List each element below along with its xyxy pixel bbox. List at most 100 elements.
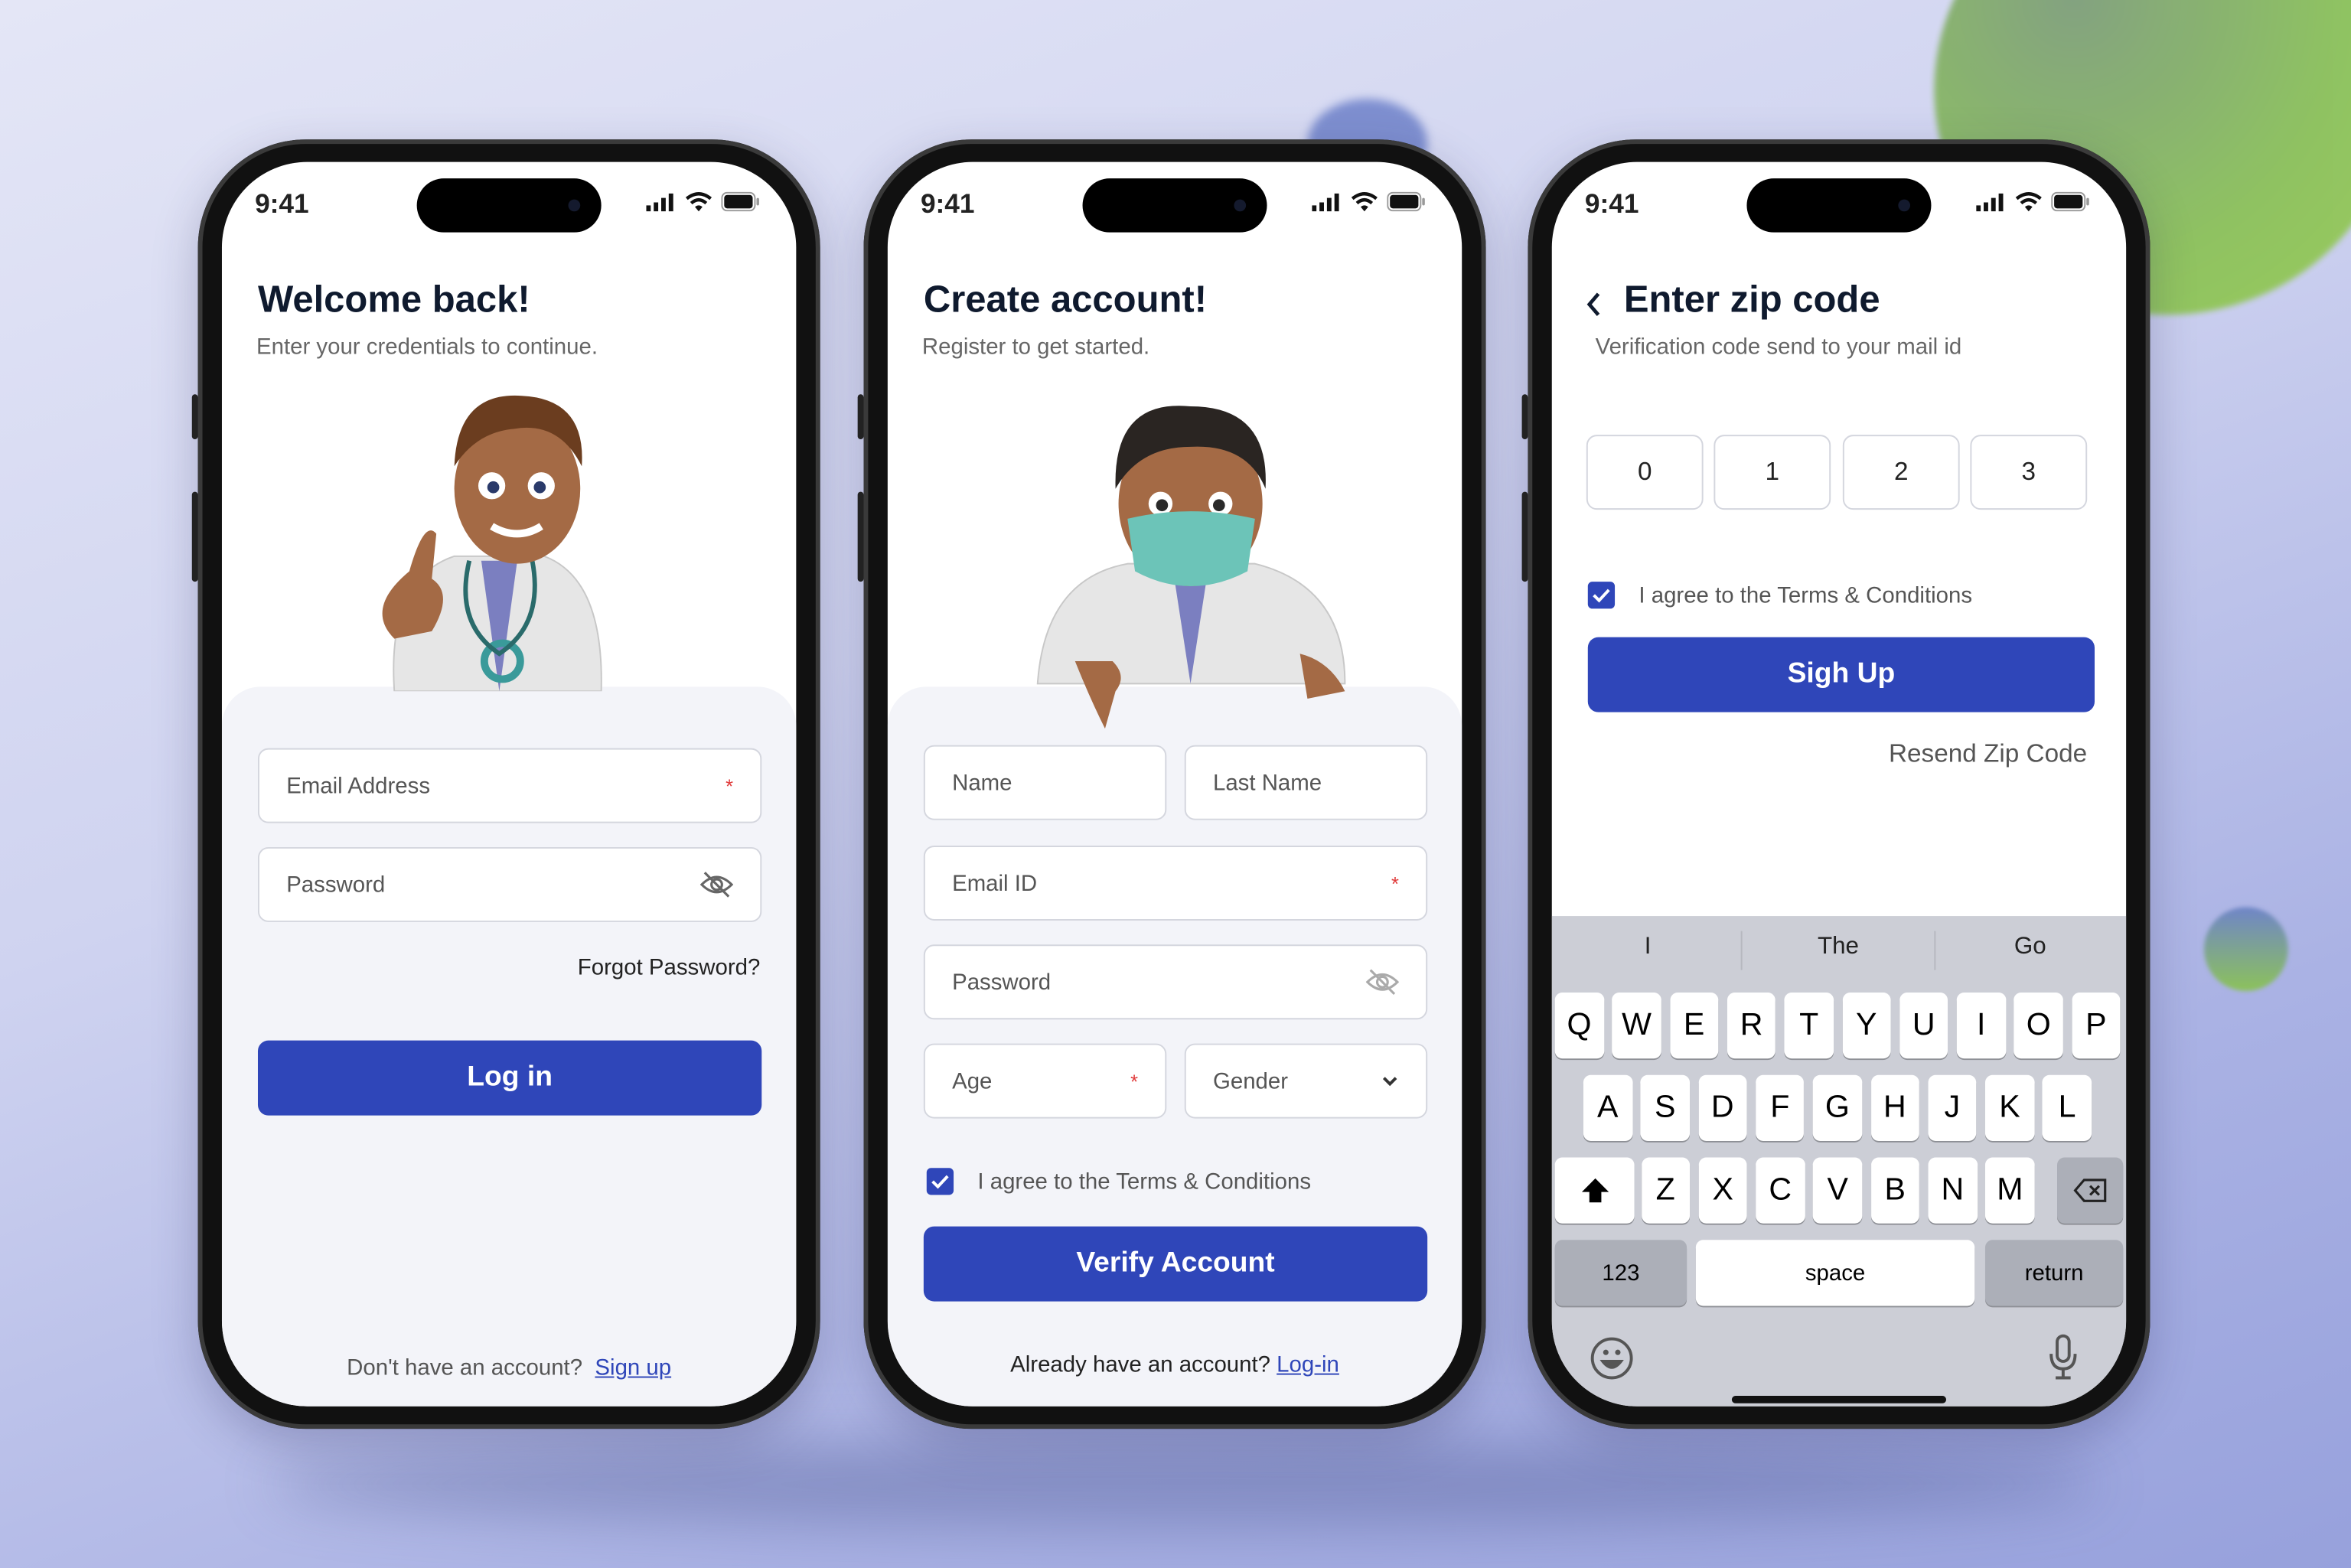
key-e[interactable]: E: [1669, 992, 1719, 1059]
required-marker: *: [726, 774, 734, 797]
password-placeholder: Password: [286, 872, 386, 898]
numbers-key[interactable]: 123: [1554, 1240, 1687, 1306]
dynamic-island: [1746, 178, 1932, 233]
email-field[interactable]: Email Address *: [257, 748, 762, 823]
phone-zip-code: 9:41 Enter zip code Verification code se…: [1521, 139, 2150, 1429]
code-digit-box[interactable]: 2: [1842, 435, 1960, 510]
key-j[interactable]: J: [1928, 1074, 1977, 1141]
login-button[interactable]: Log in: [257, 1040, 762, 1116]
key-b[interactable]: B: [1870, 1157, 1920, 1224]
gender-placeholder: Gender: [1212, 1068, 1289, 1094]
password-field[interactable]: Password: [257, 846, 762, 922]
suggestion-item[interactable]: The: [1743, 934, 1935, 961]
key-v[interactable]: V: [1813, 1157, 1863, 1224]
key-q[interactable]: Q: [1554, 992, 1604, 1059]
code-digit-box[interactable]: 1: [1714, 435, 1831, 510]
battery-icon: [1387, 191, 1425, 212]
key-l[interactable]: L: [2043, 1074, 2092, 1141]
signal-icon: [1976, 192, 2004, 211]
key-u[interactable]: U: [1899, 992, 1948, 1059]
status-icons: [1976, 191, 2090, 212]
status-icons: [1312, 191, 1426, 212]
eye-off-icon[interactable]: [699, 871, 734, 898]
signup-screen: 9:41 Create account! Register to get sta…: [887, 161, 1462, 1407]
page-subtitle: Register to get started.: [921, 334, 1150, 360]
gender-select[interactable]: Gender: [1184, 1043, 1428, 1119]
page-subtitle: Verification code send to your mail id: [1595, 334, 1962, 360]
terms-checkbox[interactable]: [926, 1168, 954, 1195]
key-s[interactable]: S: [1640, 1074, 1690, 1141]
emoji-icon[interactable]: [1590, 1336, 1635, 1381]
wifi-icon: [1351, 192, 1378, 212]
microphone-icon[interactable]: [2048, 1333, 2078, 1381]
zip-code-screen: 9:41 Enter zip code Verification code se…: [1551, 161, 2127, 1407]
page-title: Enter zip code: [1623, 279, 1880, 321]
status-time: 9:41: [255, 188, 309, 220]
key-y[interactable]: Y: [1841, 992, 1891, 1059]
key-r[interactable]: R: [1727, 992, 1776, 1059]
first-name-placeholder: Name: [952, 770, 1012, 796]
code-digit-box[interactable]: 3: [1970, 435, 2088, 510]
key-k[interactable]: K: [1985, 1074, 2034, 1141]
checkmark-icon: [931, 1175, 949, 1189]
checkmark-icon: [1593, 588, 1610, 603]
return-key[interactable]: return: [1984, 1240, 2124, 1306]
key-i[interactable]: I: [1956, 992, 2006, 1059]
decor-blob: [2204, 907, 2288, 992]
suggestion-item[interactable]: I: [1552, 934, 1744, 961]
key-t[interactable]: T: [1784, 992, 1834, 1059]
password-placeholder: Password: [952, 969, 1052, 995]
password-field[interactable]: Password: [923, 944, 1428, 1020]
key-f[interactable]: F: [1756, 1074, 1805, 1141]
key-g[interactable]: G: [1813, 1074, 1862, 1141]
backspace-key[interactable]: [2057, 1157, 2124, 1224]
sign-up-button[interactable]: Sigh Up: [1587, 637, 2095, 712]
code-digit-box[interactable]: 0: [1586, 435, 1704, 510]
required-marker: *: [1130, 1069, 1139, 1093]
status-icons: [646, 191, 760, 212]
forgot-password-link[interactable]: Forgot Password?: [578, 955, 761, 980]
key-n[interactable]: N: [1928, 1157, 1978, 1224]
key-c[interactable]: C: [1756, 1157, 1805, 1224]
battery-icon: [721, 191, 759, 212]
terms-label: I agree to the Terms & Conditions: [1639, 582, 1973, 608]
key-o[interactable]: O: [2014, 992, 2063, 1059]
key-d[interactable]: D: [1697, 1074, 1747, 1141]
resend-zip-code-link[interactable]: Resend Zip Code: [1889, 739, 2087, 769]
verify-account-button[interactable]: Verify Account: [923, 1226, 1428, 1302]
eye-off-icon[interactable]: [1365, 969, 1399, 996]
signup-link[interactable]: Sign up: [595, 1355, 671, 1381]
signal-icon: [1312, 192, 1339, 211]
key-z[interactable]: Z: [1641, 1157, 1691, 1224]
battery-icon: [2051, 191, 2089, 212]
doctor-thumbs-up-illustration: [382, 395, 602, 692]
last-name-placeholder: Last Name: [1212, 770, 1322, 796]
terms-checkbox[interactable]: [1587, 582, 1616, 609]
email-field[interactable]: Email ID *: [923, 845, 1428, 921]
wifi-icon: [2015, 192, 2042, 212]
phone-signup: 9:41 Create account! Register to get sta…: [857, 139, 1486, 1429]
first-name-field[interactable]: Name: [923, 745, 1167, 820]
login-prompt-text: Already have an account?: [1010, 1352, 1270, 1378]
terms-checkbox-row[interactable]: I agree to the Terms & Conditions: [1587, 582, 1973, 609]
signal-icon: [646, 192, 673, 211]
key-x[interactable]: X: [1698, 1157, 1748, 1224]
space-key[interactable]: space: [1695, 1240, 1975, 1306]
key-w[interactable]: W: [1612, 992, 1661, 1059]
login-prompt: Already have an account? Log-in: [888, 1352, 1462, 1377]
key-h[interactable]: H: [1870, 1074, 1919, 1141]
suggestion-item[interactable]: Go: [1934, 934, 2126, 961]
last-name-field[interactable]: Last Name: [1184, 745, 1428, 820]
email-placeholder: Email ID: [952, 870, 1038, 896]
signup-prompt: Don't have an account? Sign up: [222, 1355, 796, 1381]
shift-arrow-icon: [1580, 1178, 1609, 1203]
shift-key[interactable]: [1554, 1157, 1635, 1224]
terms-checkbox-row[interactable]: I agree to the Terms & Conditions: [926, 1168, 1312, 1195]
back-chevron-icon[interactable]: [1585, 291, 1603, 318]
age-field[interactable]: Age *: [923, 1043, 1167, 1119]
key-p[interactable]: P: [2072, 992, 2121, 1059]
login-link[interactable]: Log-in: [1277, 1352, 1339, 1377]
terms-label: I agree to the Terms & Conditions: [977, 1169, 1312, 1195]
key-a[interactable]: A: [1583, 1074, 1632, 1141]
key-m[interactable]: M: [1985, 1157, 2035, 1224]
